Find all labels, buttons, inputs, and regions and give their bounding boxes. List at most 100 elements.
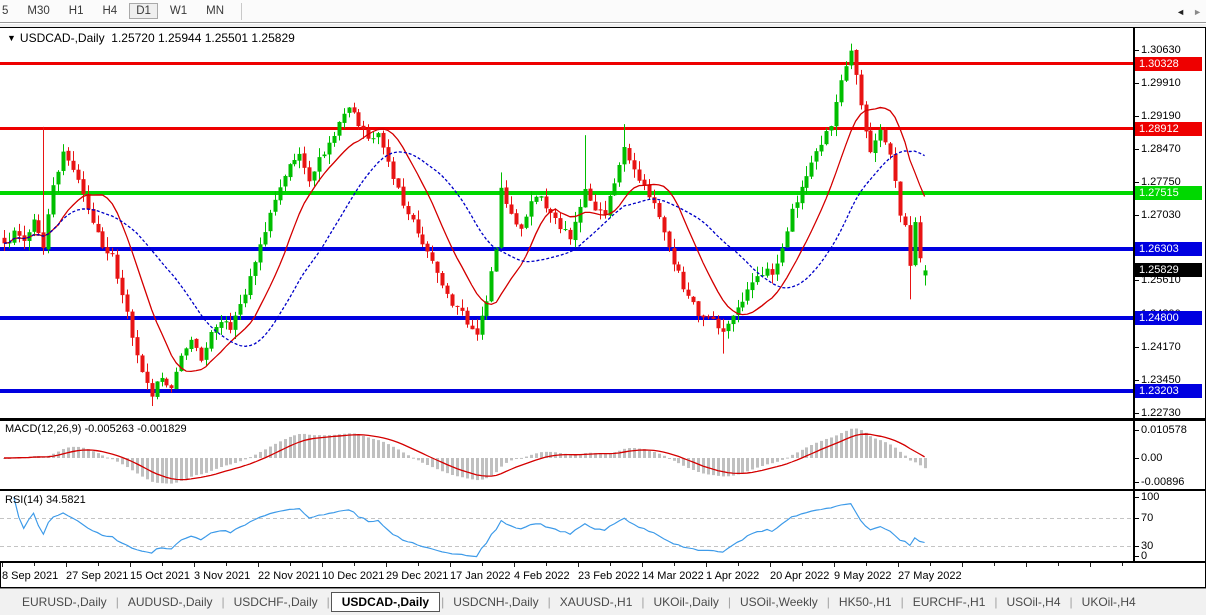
price-tick [1133,215,1139,216]
timeframe-button-H4[interactable]: H4 [95,3,124,19]
price-tick [1133,149,1139,150]
chart-tab-EURCHF-H1[interactable]: EURCHF-,H1 [905,592,994,612]
date-axis-tick [802,563,803,566]
chart-tab-USDCAD-Daily[interactable]: USDCAD-,Daily [331,592,440,612]
chart-tab-USOil-H4[interactable]: USOil-,H4 [999,592,1069,612]
price-tick [1133,83,1139,84]
tab-separator: | [548,595,551,609]
date-label: 15 Oct 2021 [130,570,190,582]
chart-symbol-label: ▼ USDCAD-,Daily 1.25720 1.25944 1.25501 1… [7,31,295,45]
chart-tab-UKOil-H4[interactable]: UKOil-,H4 [1074,592,1144,612]
chart-tab-USDCHF-Daily[interactable]: USDCHF-,Daily [226,592,326,612]
price-tick-label: 1.24170 [1141,341,1181,353]
rsi-indicator-label: RSI(14) 34.5821 [5,494,86,506]
timeframe-button-D1[interactable]: D1 [129,3,158,19]
chart-tab-HK50-H1[interactable]: HK50-,H1 [831,592,900,612]
pane-splitter-macd-rsi[interactable] [0,489,1206,491]
date-axis-tick [994,563,995,566]
symbol-tab-bar: EURUSD-,Daily|AUDUSD-,Daily|USDCHF-,Dail… [0,588,1206,615]
tab-separator: | [327,595,330,609]
current-price-badge: 1.25829 [1135,263,1202,277]
chart-tab-XAUUSD-H1[interactable]: XAUUSD-,H1 [552,592,641,612]
tab-separator: | [827,595,830,609]
date-axis-tick [322,563,323,567]
price-level-badge: 1.23203 [1135,384,1202,398]
price-tick-label: 1.28470 [1141,143,1181,155]
chart-tab-EURUSD-Daily[interactable]: EURUSD-,Daily [14,592,115,612]
date-axis-tick [386,563,387,567]
date-axis-tick [930,563,931,566]
date-axis-tick [450,563,451,567]
date-axis-tick [162,563,163,566]
rsi-tick [1133,546,1139,547]
date-axis-tick [1090,563,1091,567]
date-axis-tick [2,563,3,567]
date-label: 27 Sep 2021 [66,570,128,582]
timeframe-button-M30[interactable]: M30 [20,3,56,19]
macd-indicator-label: MACD(12,26,9) -0.005263 -0.001829 [5,423,187,435]
price-tick [1133,50,1139,51]
main-price-chart-canvas[interactable] [0,28,1133,418]
chart-tab-USDCNH-Daily[interactable]: USDCNH-,Daily [445,592,546,612]
rsi-tick-label: 100 [1141,491,1159,503]
date-axis-tick [258,563,259,567]
date-axis-tick [610,563,611,566]
rsi-tick [1133,497,1139,498]
chart-ohlc-values: 1.25720 1.25944 1.25501 1.25829 [111,31,295,45]
timeframe-button-H1[interactable]: H1 [62,3,91,19]
date-label: 23 Feb 2022 [578,570,640,582]
date-label: 22 Nov 2021 [258,570,320,582]
date-axis-tick [98,563,99,566]
tab-separator: | [222,595,225,609]
tab-separator: | [116,595,119,609]
date-axis-tick [546,563,547,566]
macd-tick-label: 0.010578 [1141,424,1187,436]
tab-separator: | [641,595,644,609]
date-axis-tick [642,563,643,567]
pane-splitter-main-macd[interactable] [0,418,1206,421]
date-axis-tick [1058,563,1059,566]
chart-symbol-title: USDCAD-,Daily [20,31,105,45]
rsi-tick-label: 0 [1141,550,1147,562]
price-tick-label: 1.29910 [1141,77,1181,89]
tab-separator: | [994,595,997,609]
price-level-badge: 1.27515 [1135,186,1202,200]
chart-tab-AUDUSD-Daily[interactable]: AUDUSD-,Daily [120,592,221,612]
tab-scroll-arrows: ◄► [1176,7,1202,17]
tab-scroll-right-icon[interactable]: ► [1193,7,1202,17]
date-axis-tick [834,563,835,567]
date-axis-tick [674,563,675,566]
tab-separator: | [1070,595,1073,609]
timeframe-toolbar: 5 M30 H1H4 D1 W1 MN [0,0,1206,23]
price-tick-label: 1.22730 [1141,407,1181,419]
date-axis-tick [514,563,515,567]
date-axis-tick [962,563,963,567]
date-axis-tick [706,563,707,567]
date-label: 17 Jan 2022 [450,570,511,582]
tab-scroll-left-icon[interactable]: ◄ [1176,7,1185,17]
date-label: 29 Dec 2021 [386,570,448,582]
date-label: 10 Dec 2021 [322,570,384,582]
rsi-tick [1133,556,1139,557]
date-axis-tick [130,563,131,567]
date-label: 1 Apr 2022 [706,570,759,582]
price-tick-label: 1.29190 [1141,110,1181,122]
date-label: 20 Apr 2022 [770,570,829,582]
timeframe-button-W1[interactable]: W1 [163,3,194,19]
tab-separator: | [441,595,444,609]
price-tick [1133,413,1139,414]
symbol-collapse-arrow-icon[interactable]: ▼ [7,33,16,43]
price-tick [1133,347,1139,348]
date-label: 27 May 2022 [898,570,962,582]
chart-tab-USOil-Weekly[interactable]: USOil-,Weekly [732,592,826,612]
timeframe-button-5[interactable]: 5 [0,3,15,19]
toolbar-separator [241,3,242,20]
price-tick-label: 1.30630 [1141,44,1181,56]
date-label: 8 Sep 2021 [2,570,58,582]
date-axis-tick [1122,563,1123,566]
timeframe-button-MN[interactable]: MN [199,3,231,19]
price-tick [1133,116,1139,117]
rsi-indicator-canvas[interactable] [0,491,1133,561]
tab-separator: | [901,595,904,609]
chart-tab-UKOil-Daily[interactable]: UKOil-,Daily [646,592,727,612]
